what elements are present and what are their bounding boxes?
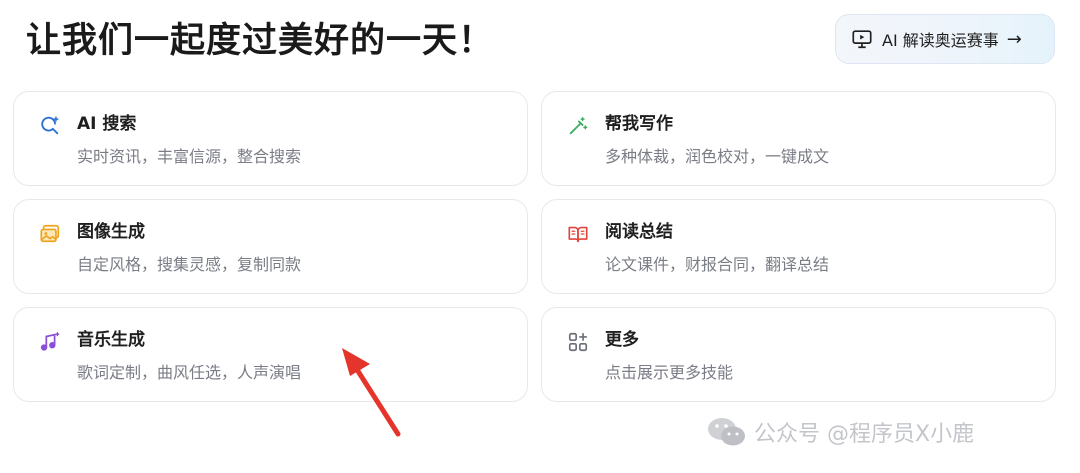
card-description: 实时资讯，丰富信源，整合搜索 (77, 147, 302, 166)
card-description: 自定风格，搜集灵感，复制同款 (77, 255, 302, 274)
card-title: 更多 (605, 330, 639, 350)
card-title: 图像生成 (77, 222, 145, 242)
card-description: 歌词定制，曲风任选，人声演唱 (77, 363, 302, 382)
magic-pen-icon (566, 114, 590, 138)
card-music-generate[interactable]: 音乐生成 歌词定制，曲风任选，人声演唱 (13, 307, 528, 402)
card-help-write[interactable]: 帮我写作 多种体裁，润色校对，一键成文 (541, 91, 1056, 186)
page-title: 让我们一起度过美好的一天！ (26, 21, 495, 61)
card-more[interactable]: 更多 点击展示更多技能 (541, 307, 1056, 402)
card-reading-summary[interactable]: 阅读总结 论文课件，财报合同，翻译总结 (541, 199, 1056, 294)
ai-olympics-button-label: AI 解读奥运赛事 (882, 31, 999, 50)
card-ai-search[interactable]: AI 搜索 实时资讯，丰富信源，整合搜索 (13, 91, 528, 186)
music-note-icon (38, 330, 62, 354)
image-icon (38, 222, 62, 246)
open-book-icon (566, 222, 590, 246)
ai-search-icon (38, 114, 62, 138)
card-title: AI 搜索 (77, 114, 137, 134)
arrow-right-icon: → (1006, 28, 1022, 50)
annotation-arrow-icon (342, 348, 401, 437)
screen-play-icon (850, 27, 874, 51)
watermark: 公众号 @程序员X小鹿 (706, 412, 974, 452)
card-description: 论文课件，财报合同，翻译总结 (605, 255, 830, 274)
card-image-generate[interactable]: 图像生成 自定风格，搜集灵感，复制同款 (13, 199, 528, 294)
card-title: 阅读总结 (605, 222, 673, 242)
watermark-text: 公众号 @程序员X小鹿 (754, 422, 975, 447)
grid-plus-icon (566, 330, 590, 354)
card-title: 帮我写作 (605, 114, 673, 134)
wechat-logo-icon (708, 418, 745, 446)
card-title: 音乐生成 (77, 330, 145, 350)
card-description: 点击展示更多技能 (605, 363, 734, 382)
ai-olympics-button[interactable]: AI 解读奥运赛事 → (835, 14, 1055, 64)
card-description: 多种体裁，润色校对，一键成文 (605, 147, 830, 166)
